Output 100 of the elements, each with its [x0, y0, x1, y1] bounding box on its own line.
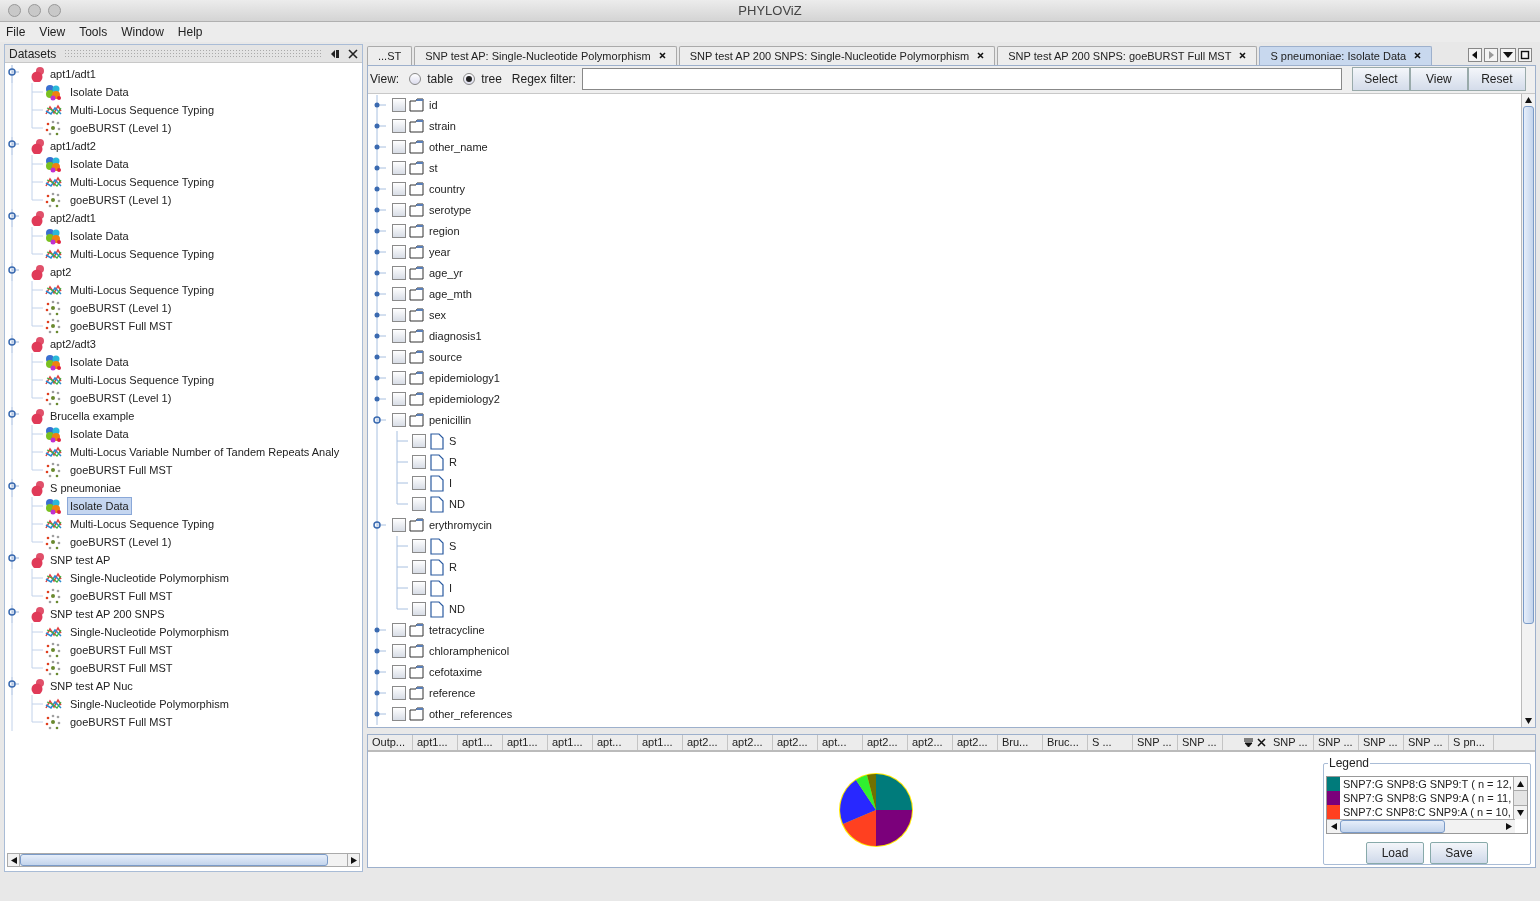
attribute-label[interactable]: id: [429, 97, 438, 114]
expanded-toggle-icon[interactable]: [5, 263, 21, 281]
output-tab[interactable]: apt1...: [503, 735, 548, 750]
dataset-item[interactable]: Brucella example: [50, 407, 135, 425]
checkbox[interactable]: [392, 140, 406, 155]
scroll-left-icon[interactable]: [10, 856, 17, 864]
minimize-panel-icon[interactable]: [330, 48, 340, 59]
tree-item[interactable]: Multi-Locus Sequence Typing: [68, 101, 217, 119]
scroll-down-icon[interactable]: [1517, 809, 1524, 816]
checkbox[interactable]: [392, 371, 406, 386]
checkbox[interactable]: [392, 203, 406, 218]
checkbox[interactable]: [392, 245, 406, 260]
tree-item[interactable]: Multi-Locus Variable Number of Tandem Repeats Analy: [68, 443, 342, 461]
expanded-toggle-icon[interactable]: [5, 65, 21, 83]
scroll-right-icon[interactable]: [350, 856, 357, 864]
attribute-label[interactable]: other_name: [429, 139, 488, 156]
dataset-item[interactable]: SNP test AP Nuc: [50, 677, 133, 695]
output-tab[interactable]: apt2...: [728, 735, 773, 750]
scroll-down-icon[interactable]: [1525, 718, 1532, 724]
value-label[interactable]: R: [449, 559, 457, 576]
checkbox[interactable]: [412, 455, 426, 470]
tree-item[interactable]: Multi-Locus Sequence Typing: [68, 371, 217, 389]
tree-item[interactable]: Isolate Data: [68, 497, 131, 515]
output-tab[interactable]: apt2...: [773, 735, 818, 750]
output-tab[interactable]: Outp...: [368, 735, 413, 750]
attribute-label[interactable]: tetracycline: [429, 622, 485, 639]
scroll-left-icon[interactable]: [1468, 47, 1482, 62]
output-tab[interactable]: apt1...: [638, 735, 683, 750]
checkbox[interactable]: [392, 413, 406, 428]
tree-item[interactable]: Isolate Data: [68, 83, 131, 101]
checkbox[interactable]: [392, 266, 406, 281]
output-tab[interactable]: Bru...: [998, 735, 1043, 750]
value-label[interactable]: ND: [449, 601, 465, 618]
tree-item[interactable]: goeBURST Full MST: [68, 713, 175, 731]
output-tab[interactable]: apt2...: [683, 735, 728, 750]
checkbox[interactable]: [392, 644, 406, 659]
menu-item[interactable]: File: [6, 23, 26, 41]
tree-item[interactable]: Isolate Data: [68, 353, 131, 371]
checkbox[interactable]: [392, 518, 406, 533]
horizontal-scrollbar[interactable]: [1327, 819, 1515, 833]
checkbox[interactable]: [392, 98, 406, 113]
editor-tab[interactable]: ...ST: [367, 45, 413, 65]
scroll-up-icon[interactable]: [1525, 96, 1532, 103]
menu-item[interactable]: View: [39, 23, 66, 41]
checkbox[interactable]: [412, 434, 426, 449]
maximize-icon[interactable]: [1518, 47, 1532, 62]
expanded-toggle-icon[interactable]: [5, 479, 21, 497]
radio-button[interactable]: [463, 73, 476, 86]
expanded-toggle-icon[interactable]: [5, 605, 21, 623]
output-tab[interactable]: SNP ...: [1404, 735, 1449, 750]
attribute-label[interactable]: serotype: [429, 202, 472, 219]
checkbox[interactable]: [412, 581, 426, 596]
attribute-label[interactable]: reference: [429, 685, 476, 702]
expanded-toggle-icon[interactable]: [5, 137, 21, 155]
attribute-label[interactable]: other_references: [429, 706, 513, 723]
attribute-label[interactable]: strain: [429, 118, 456, 135]
scroll-right-icon[interactable]: [1505, 823, 1512, 830]
dataset-item[interactable]: apt2/adt1: [50, 209, 96, 227]
tree-item[interactable]: goeBURST Full MST: [68, 659, 175, 677]
editor-tab[interactable]: SNP test AP 200 SNPS: Single-Nucleotide Polymorphism: [678, 45, 996, 65]
checkbox[interactable]: [392, 392, 406, 407]
editor-tab[interactable]: S pneumoniae: Isolate Data: [1259, 45, 1433, 65]
menu-item[interactable]: Help: [177, 23, 203, 41]
checkbox[interactable]: [392, 161, 406, 176]
scroll-left-icon[interactable]: [1330, 823, 1337, 830]
close-icon[interactable]: [1239, 52, 1247, 60]
checkbox[interactable]: [392, 686, 406, 701]
editor-tab[interactable]: SNP test AP: Single-Nucleotide Polymorphism: [414, 45, 677, 65]
legend-button[interactable]: Save: [1430, 842, 1488, 864]
expanded-toggle-icon[interactable]: [5, 677, 21, 695]
tree-item[interactable]: goeBURST (Level 1): [68, 533, 174, 551]
scroll-up-icon[interactable]: [1517, 780, 1524, 787]
dropdown-icon[interactable]: [1500, 47, 1516, 62]
tab-list-icon[interactable]: [1244, 738, 1253, 747]
menu-item[interactable]: Window: [121, 23, 164, 41]
dataset-item[interactable]: apt1/adt1: [50, 65, 96, 83]
tree-item[interactable]: Multi-Locus Sequence Typing: [68, 281, 217, 299]
output-tab[interactable]: SNP ...: [1133, 735, 1178, 750]
attribute-label[interactable]: year: [429, 244, 451, 261]
legend-button[interactable]: Load: [1366, 842, 1424, 864]
tree-item[interactable]: goeBURST Full MST: [68, 587, 175, 605]
attribute-label[interactable]: sex: [429, 307, 447, 324]
tree-item[interactable]: goeBURST (Level 1): [68, 299, 174, 317]
output-tab[interactable]: SNP ...: [1314, 735, 1359, 750]
dataset-item[interactable]: apt2/adt3: [50, 335, 96, 353]
tree-item[interactable]: Single-Nucleotide Polymorphism: [68, 623, 231, 641]
close-icon[interactable]: [1257, 738, 1266, 747]
tree-item[interactable]: Multi-Locus Sequence Typing: [68, 173, 217, 191]
expanded-toggle-icon[interactable]: [5, 407, 21, 425]
checkbox[interactable]: [392, 329, 406, 344]
expanded-toggle-icon[interactable]: [5, 209, 21, 227]
attribute-label[interactable]: epidemiology1: [429, 370, 500, 387]
attribute-label[interactable]: source: [429, 349, 463, 366]
output-tab[interactable]: apt...: [818, 735, 863, 750]
horizontal-scrollbar[interactable]: [7, 853, 360, 867]
value-label[interactable]: ND: [449, 496, 465, 513]
attribute-label[interactable]: age_yr: [429, 265, 463, 282]
tree-item[interactable]: Multi-Locus Sequence Typing: [68, 245, 217, 263]
dataset-item[interactable]: apt2: [50, 263, 72, 281]
checkbox[interactable]: [392, 623, 406, 638]
